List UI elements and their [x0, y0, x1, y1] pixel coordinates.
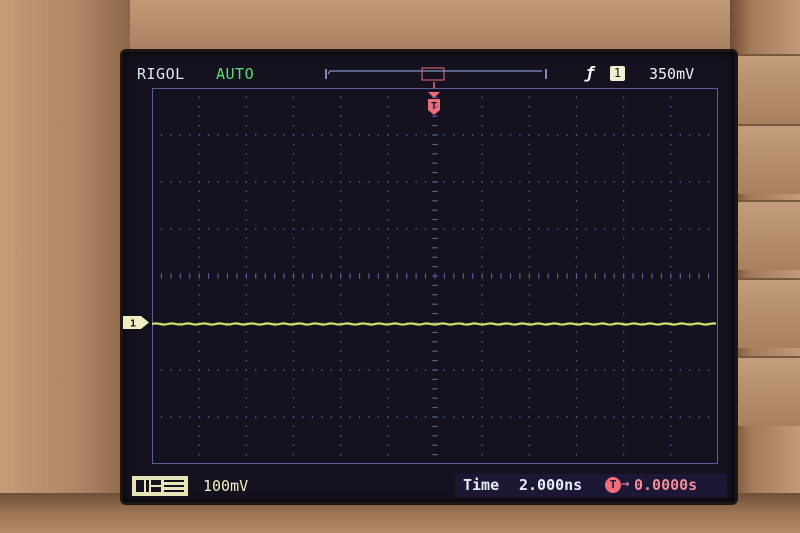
channel1-volts-div[interactable]: 100mV	[203, 477, 248, 495]
soft-key-3[interactable]	[734, 200, 800, 270]
time-label: Time	[463, 476, 500, 494]
graticule	[152, 88, 718, 464]
bottom-status-bar: 100mV Time 2.000ns T → 0.0000s	[123, 470, 735, 502]
arrow-right-icon: →	[621, 476, 630, 492]
memory-depth-bar	[325, 67, 547, 81]
trigger-mode: AUTO	[216, 65, 255, 83]
channel1-coupling-indicator[interactable]	[132, 476, 188, 496]
bezel-right	[730, 0, 800, 533]
soft-key-4[interactable]	[734, 278, 800, 348]
soft-key-1[interactable]	[734, 54, 800, 124]
dc-coupling-icon	[136, 480, 184, 492]
timebase-panel[interactable]: Time 2.000ns T → 0.0000s	[455, 474, 727, 497]
trigger-offset-icon: T	[605, 477, 621, 493]
soft-key-2[interactable]	[734, 124, 800, 194]
rising-edge-icon: ƒ	[585, 63, 595, 82]
trigger-level: 350mV	[649, 65, 695, 83]
bezel-left	[0, 0, 130, 533]
time-div-value: 2.000ns	[519, 476, 583, 494]
channel1-ground-marker: 1	[123, 316, 149, 329]
soft-key-5[interactable]	[734, 356, 800, 426]
brand-logo: RIGOL	[137, 65, 185, 83]
trigger-offset-value: 0.0000s	[634, 476, 698, 494]
channel1-marker-label: 1	[130, 319, 136, 330]
status-bar: RIGOL AUTO ƒ 1 350mV	[123, 52, 735, 86]
channel1-trace	[152, 322, 717, 326]
trigger-source-badge: 1	[610, 66, 625, 81]
oscilloscope-screen: RIGOL AUTO ƒ 1 350mV T 1	[123, 52, 735, 502]
